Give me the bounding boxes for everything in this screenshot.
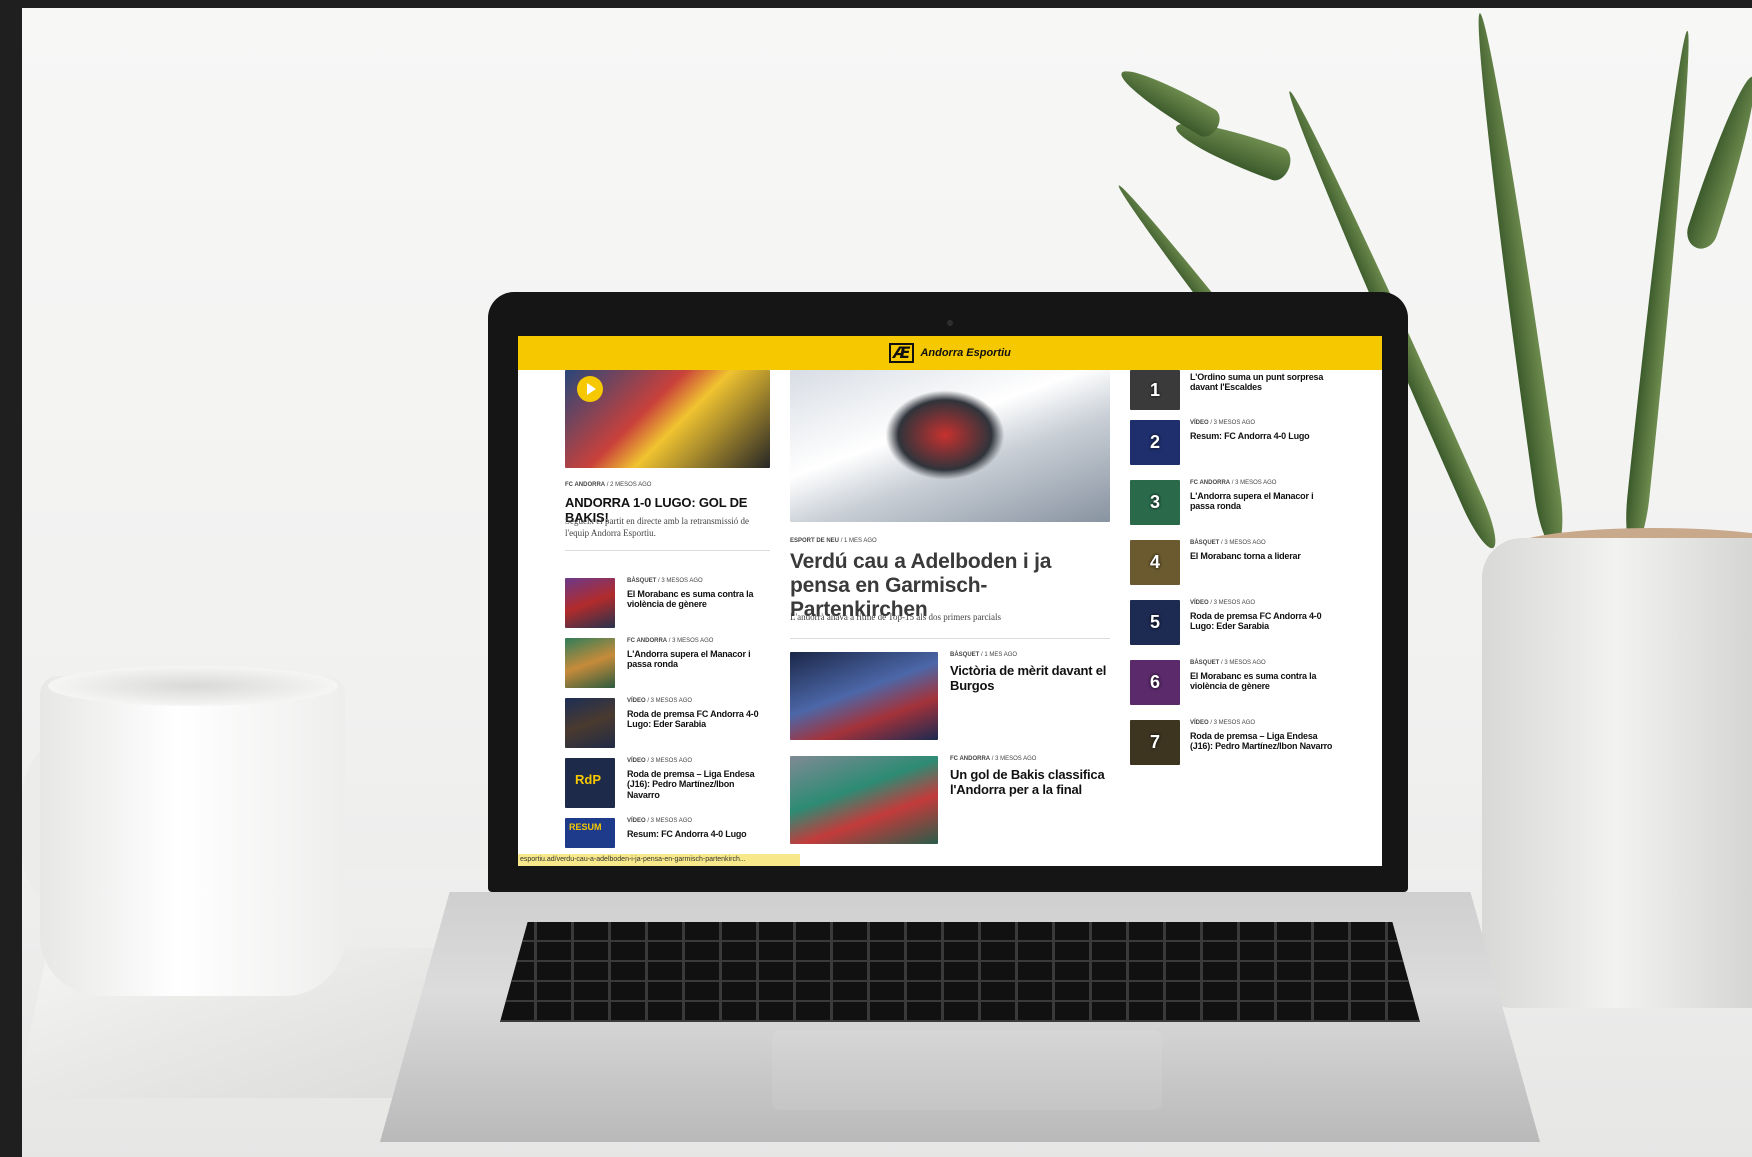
plant-leaf (1622, 29, 1699, 550)
featured-subtitle: Segueix el partit en directe amb la retr… (565, 516, 749, 538)
article-title[interactable]: L'Andorra supera el Manacor i passa rond… (627, 649, 762, 670)
article-title[interactable]: El Morabanc es suma contra la violència … (1190, 671, 1330, 692)
list-item[interactable]: FC ANDORRA / 3 mesos ago L'Andorra super… (565, 638, 770, 690)
article-title[interactable]: Roda de premsa – Liga Endesa (J16): Pedr… (627, 769, 769, 800)
site-name[interactable]: Andorra Esportiu (920, 347, 1010, 359)
article-meta: FC ANDORRA / 3 mesos ago (950, 756, 1037, 762)
rank-number: 7 (1149, 732, 1160, 752)
plant-pot (1482, 538, 1752, 1008)
ranked-item[interactable]: 7 VÍDEO / 3 mesos ago Roda de premsa – L… (1130, 720, 1360, 770)
list-item[interactable]: BÀSQUET / 1 mes ago Victòria de mèrit da… (790, 652, 1110, 742)
trackpad (772, 1030, 1162, 1110)
article-title[interactable]: El Morabanc es suma contra la violència … (627, 589, 762, 610)
main-article-image[interactable] (790, 370, 1110, 522)
ranked-item[interactable]: 3 FC ANDORRA / 3 mesos ago L'Andorra sup… (1130, 480, 1360, 530)
article-thumbnail[interactable]: RdP (565, 758, 615, 808)
article-title[interactable]: L'Ordino suma un punt sorpresa davant l'… (1190, 372, 1335, 393)
rank-number: 2 (1149, 432, 1160, 452)
article-meta: VÍDEO / 3 mesos ago (627, 758, 693, 764)
article-meta: VÍDEO / 3 mesos ago (1190, 420, 1256, 426)
article-title[interactable]: Resum: FC Andorra 4-0 Lugo (627, 829, 762, 839)
center-column: ESPORT DE NEU / 1 mes ago Verdú cau a Ad… (790, 370, 1120, 866)
keyboard-rows (500, 922, 1420, 1022)
site-header: Æ Andorra Esportiu (518, 336, 1382, 370)
main-article-meta: ESPORT DE NEU / 1 mes ago (790, 538, 877, 544)
rank-number: 3 (1149, 492, 1160, 512)
article-meta: VÍDEO / 3 mesos ago (1190, 600, 1256, 606)
site-logo[interactable]: Æ (889, 343, 915, 363)
list-item[interactable]: RdP VÍDEO / 3 mesos ago Roda de premsa –… (565, 758, 770, 810)
article-thumbnail[interactable] (565, 638, 615, 688)
article-title[interactable]: Roda de premsa FC Andorra 4-0 Lugo: Eder… (1190, 611, 1340, 632)
browser-status-url: esportiu.ad/verdu-cau-a-adelboden-i-ja-p… (518, 854, 800, 866)
ranked-item[interactable]: 4 BÀSQUET / 3 mesos ago El Morabanc torn… (1130, 540, 1360, 590)
list-item[interactable]: VÍDEO / 3 mesos ago Roda de premsa FC An… (565, 698, 770, 750)
main-article-subtitle: L'andorrà anava a ritme de Top-15 als do… (790, 612, 1001, 622)
divider (565, 550, 770, 551)
article-title[interactable]: Un gol de Bakis classifica l'Andorra per… (950, 767, 1110, 798)
rank-number: 6 (1149, 672, 1160, 692)
article-title[interactable]: Victòria de mèrit davant el Burgos (950, 663, 1110, 694)
right-column: 1 L'Ordino suma un punt sorpresa davant … (1130, 370, 1370, 866)
featured-meta: FC ANDORRA / 2 mesos ago (565, 482, 652, 488)
article-meta: BÀSQUET / 3 mesos ago (627, 578, 703, 584)
list-item[interactable]: BÀSQUET / 3 mesos ago El Morabanc es sum… (565, 578, 770, 630)
skier-figure (885, 390, 1005, 480)
article-meta: BÀSQUET / 1 mes ago (950, 652, 1018, 658)
ranked-item[interactable]: 5 VÍDEO / 3 mesos ago Roda de premsa FC … (1130, 600, 1360, 650)
coffee-mug (40, 676, 345, 996)
article-meta: FC ANDORRA / 3 mesos ago (627, 638, 714, 644)
ranked-item[interactable]: 1 L'Ordino suma un punt sorpresa davant … (1130, 370, 1360, 410)
plant-leaf (1466, 11, 1568, 550)
article-meta: VÍDEO / 3 mesos ago (627, 818, 693, 824)
article-title[interactable]: Resum: FC Andorra 4-0 Lugo (1190, 431, 1340, 441)
article-meta: FC ANDORRA / 3 mesos ago (1190, 480, 1277, 486)
article-title[interactable]: Roda de premsa FC Andorra 4-0 Lugo: Eder… (627, 709, 767, 730)
left-column: FC ANDORRA / 2 mesos ago ANDORRA 1-0 LUG… (565, 370, 775, 866)
mug-rim (48, 666, 338, 706)
article-thumbnail[interactable] (790, 756, 938, 844)
play-icon[interactable] (577, 376, 603, 402)
laptop-screen: Æ Andorra Esportiu FC ANDORRA / 2 mesos … (518, 336, 1382, 866)
article-meta: VÍDEO / 3 mesos ago (627, 698, 693, 704)
plant-leaf (1682, 72, 1752, 253)
article-meta: BÀSQUET / 3 mesos ago (1190, 660, 1266, 666)
resum-badge: RESUM (569, 822, 602, 832)
article-thumbnail[interactable] (565, 698, 615, 748)
rank-number: 1 (1149, 379, 1160, 400)
article-title[interactable]: Roda de premsa – Liga Endesa (J16): Pedr… (1190, 731, 1340, 752)
article-thumbnail[interactable] (790, 652, 938, 740)
article-thumbnail[interactable]: RESUM (565, 818, 615, 848)
list-item[interactable]: RESUM VÍDEO / 3 mesos ago Resum: FC Ando… (565, 818, 770, 858)
article-title[interactable]: L'Andorra supera el Manacor i passa rond… (1190, 491, 1330, 512)
article-meta: BÀSQUET / 3 mesos ago (1190, 540, 1266, 546)
article-title[interactable]: El Morabanc torna a liderar (1190, 551, 1340, 561)
ranked-item[interactable]: 2 VÍDEO / 3 mesos ago Resum: FC Andorra … (1130, 420, 1360, 470)
divider (790, 638, 1110, 639)
featured-image[interactable] (565, 370, 770, 468)
rank-number: 5 (1149, 612, 1160, 632)
rdp-badge: RdP (575, 772, 601, 787)
plant-leaf (1114, 60, 1225, 141)
webcam-icon (947, 320, 953, 326)
ranked-item[interactable]: 6 BÀSQUET / 3 mesos ago El Morabanc es s… (1130, 660, 1360, 710)
article-meta: VÍDEO / 3 mesos ago (1190, 720, 1256, 726)
article-thumbnail[interactable] (565, 578, 615, 628)
rank-number: 4 (1149, 552, 1160, 572)
list-item[interactable]: FC ANDORRA / 3 mesos ago Un gol de Bakis… (790, 756, 1110, 846)
